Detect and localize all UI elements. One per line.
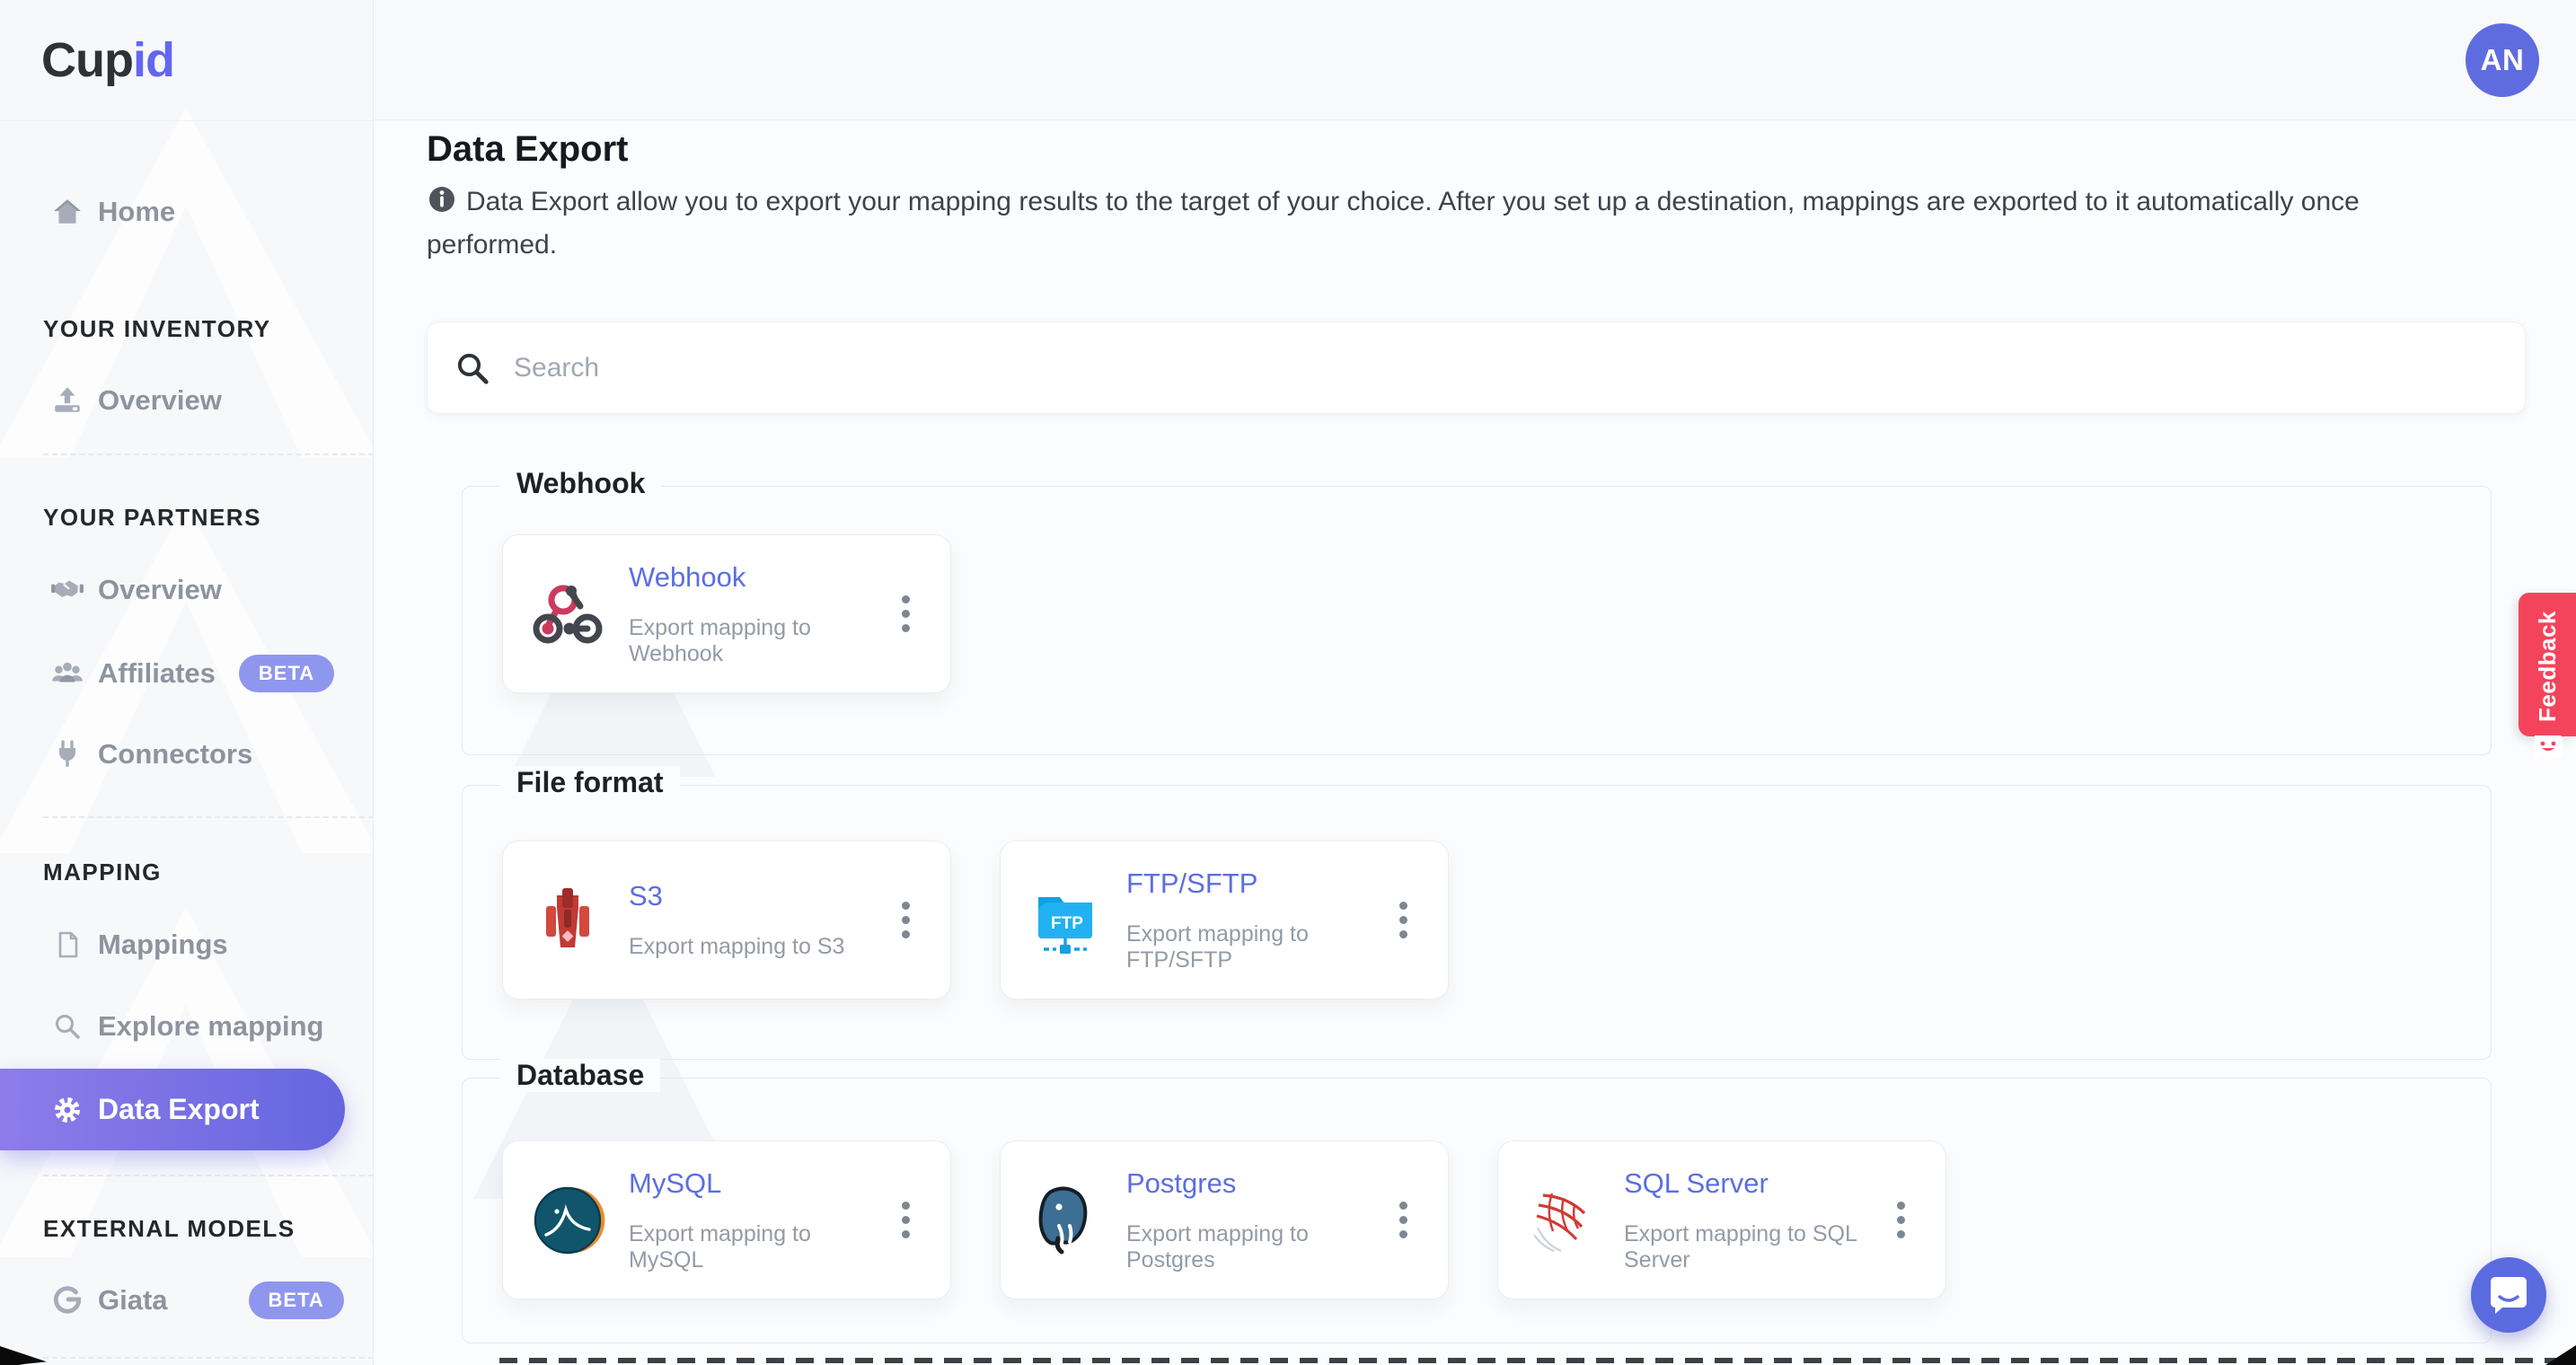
users-icon: [49, 656, 85, 691]
sidebar-item-home[interactable]: Home: [0, 181, 374, 243]
card-title-link[interactable]: Postgres: [1126, 1167, 1385, 1200]
info-icon: [427, 184, 457, 215]
search-icon: [454, 350, 490, 386]
webhook-icon: [530, 577, 605, 652]
card-subtitle: Export mapping to Webhook: [629, 615, 887, 667]
category-file-format: File format S3 Export mapping to S3: [462, 785, 2492, 1060]
card-menu-button[interactable]: [887, 883, 923, 958]
gear-icon: [49, 1092, 85, 1128]
card-subtitle: Export mapping to MySQL: [629, 1221, 887, 1273]
card-title-link[interactable]: S3: [629, 880, 887, 912]
export-card-mysql[interactable]: MySQL Export mapping to MySQL: [502, 1140, 951, 1299]
sidebar-item-giata[interactable]: Giata BETA: [0, 1269, 374, 1332]
sidebar-item-label: Affiliates: [98, 657, 216, 690]
brand-logo: Cupid: [41, 32, 174, 88]
card-subtitle: Export mapping to Postgres: [1126, 1221, 1385, 1273]
sidebar-item-label: Overview: [98, 574, 222, 606]
brand-logo-accent: id: [133, 33, 174, 87]
search-bar: [427, 321, 2526, 414]
card-menu-button[interactable]: [1385, 1183, 1421, 1258]
divider: [43, 454, 374, 455]
feedback-smiley-icon: [2531, 733, 2563, 763]
search-icon: [49, 1008, 85, 1044]
ftp-icon: FTP: [1028, 883, 1103, 958]
home-icon: [49, 194, 85, 230]
svg-text:FTP: FTP: [1051, 914, 1083, 933]
sidebar-item-inventory-overview[interactable]: Overview: [0, 369, 374, 432]
category-webhook: Webhook Webhook Export mapping to Webhoo…: [462, 486, 2492, 755]
divider: [43, 1175, 374, 1176]
cutoff-text-artifact: [499, 1358, 2576, 1363]
sidebar-item-label: Home: [98, 196, 175, 228]
handshake-icon: [49, 572, 85, 608]
card-subtitle: Export mapping to S3: [629, 934, 887, 960]
sidebar-item-explore-mapping[interactable]: Explore mapping: [0, 995, 374, 1058]
beta-badge: BETA: [249, 1281, 344, 1319]
sidebar-item-label: Overview: [98, 384, 222, 417]
g-icon: [49, 1282, 85, 1318]
card-title-link[interactable]: FTP/SFTP: [1126, 867, 1385, 900]
sidebar-item-label: Giata: [98, 1284, 168, 1317]
chat-bubble-icon: [2488, 1275, 2529, 1315]
sidebar-item-label: Mappings: [98, 929, 228, 961]
topbar: [375, 0, 2576, 120]
sidebar: Cupid Home YOUR INVENTORY Overview YOUR …: [0, 0, 374, 1365]
category-title: Database: [500, 1059, 660, 1092]
category-title: Webhook: [500, 467, 661, 500]
export-card-ftp[interactable]: FTP FTP/SFTP Export mapping to FTP/SFTP: [1000, 841, 1449, 1000]
category-database: Database MySQL Export mapping to MySQL: [462, 1078, 2492, 1343]
beta-badge: BETA: [239, 655, 334, 692]
card-menu-button[interactable]: [1385, 883, 1421, 958]
card-title-link[interactable]: Webhook: [629, 561, 887, 594]
feedback-label: Feedback: [2534, 611, 2562, 722]
card-title-link[interactable]: MySQL: [629, 1167, 887, 1200]
card-title-link[interactable]: SQL Server: [1624, 1167, 1883, 1200]
export-card-postgres[interactable]: Postgres Export mapping to Postgres: [1000, 1140, 1449, 1299]
app-root: { "brand": { "primary": "Cup", "accent":…: [0, 0, 2576, 1365]
sidebar-item-label: Data Export: [98, 1093, 260, 1126]
mysql-icon: [530, 1183, 605, 1258]
chat-launcher-button[interactable]: [2471, 1257, 2546, 1333]
brand-logo-primary: Cup: [41, 33, 133, 87]
plug-icon: [49, 736, 85, 772]
sidebar-item-label: Explore mapping: [98, 1010, 323, 1043]
export-card-sqlserver[interactable]: SQL Server Export mapping to SQL Server: [1497, 1140, 1946, 1299]
main-content: Data Export Data Export allow you to exp…: [375, 121, 2576, 1365]
search-input[interactable]: [514, 353, 2498, 383]
sidebar-item-affiliates[interactable]: Affiliates BETA: [0, 642, 374, 705]
sidebar-section-header: YOUR INVENTORY: [43, 315, 271, 343]
card-subtitle: Export mapping to FTP/SFTP: [1126, 921, 1385, 973]
card-menu-button[interactable]: [1883, 1183, 1919, 1258]
divider: [0, 120, 374, 121]
sidebar-item-label: Connectors: [98, 738, 252, 771]
page-description-text: Data Export allow you to export your map…: [427, 187, 2360, 260]
divider: [43, 816, 374, 818]
sidebar-item-partners-overview[interactable]: Overview: [0, 559, 374, 621]
upload-icon: [49, 383, 85, 418]
document-icon: [49, 927, 85, 963]
page-description: Data Export allow you to export your map…: [427, 181, 2492, 267]
avatar[interactable]: AN: [2466, 23, 2539, 97]
category-title: File format: [500, 766, 680, 799]
card-subtitle: Export mapping to SQL Server: [1624, 1221, 1883, 1273]
s3-icon: [530, 883, 605, 958]
sidebar-section-header: MAPPING: [43, 859, 162, 886]
sidebar-item-mappings[interactable]: Mappings: [0, 913, 374, 976]
divider: [43, 1357, 374, 1359]
postgres-icon: [1028, 1183, 1103, 1258]
sidebar-item-data-export-active[interactable]: Data Export: [0, 1069, 345, 1150]
sqlserver-icon: [1525, 1183, 1601, 1258]
card-menu-button[interactable]: [887, 577, 923, 652]
sidebar-section-header: YOUR PARTNERS: [43, 504, 261, 532]
sidebar-item-connectors[interactable]: Connectors: [0, 723, 374, 786]
feedback-tab[interactable]: Feedback: [2519, 593, 2576, 736]
sidebar-section-header: EXTERNAL MODELS: [43, 1215, 296, 1243]
export-card-webhook[interactable]: Webhook Export mapping to Webhook: [502, 534, 951, 693]
card-menu-button[interactable]: [887, 1183, 923, 1258]
export-card-s3[interactable]: S3 Export mapping to S3: [502, 841, 951, 1000]
page-title: Data Export: [427, 129, 629, 170]
